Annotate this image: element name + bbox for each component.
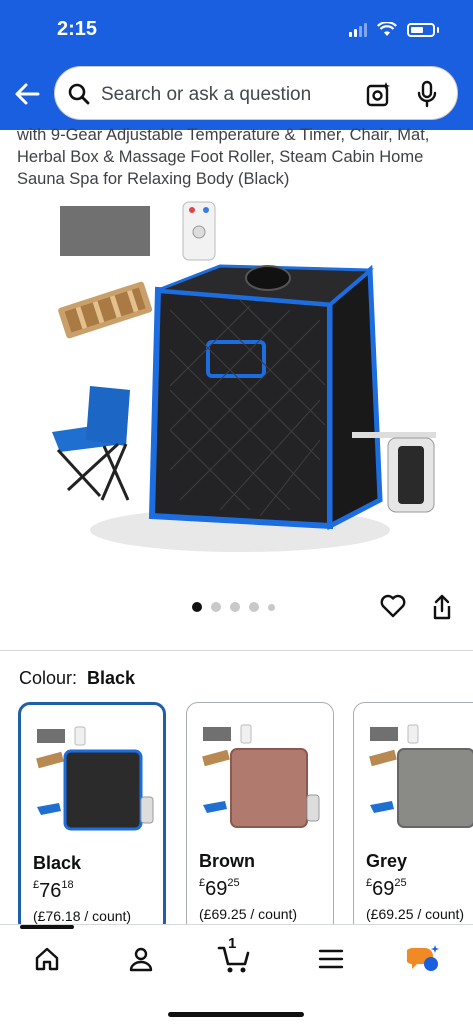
camera-lens-icon[interactable] xyxy=(365,80,393,108)
image-carousel-dots[interactable] xyxy=(192,602,275,612)
carousel-dot[interactable] xyxy=(249,602,259,612)
swatch-price: £6925 xyxy=(199,877,240,900)
colour-label: Colour: xyxy=(19,668,78,688)
carousel-dot[interactable] xyxy=(211,602,221,612)
colour-row: Colour: Black xyxy=(19,668,135,689)
home-indicator xyxy=(168,1012,304,1017)
swatch-name: Brown xyxy=(199,851,255,871)
nav-cart[interactable]: 1 xyxy=(214,935,254,977)
colour-option-black[interactable]: Black £7618 (£76.18 / count) xyxy=(18,702,166,934)
colour-selected-value: Black xyxy=(87,668,136,688)
nav-home[interactable] xyxy=(27,941,67,977)
menu-icon xyxy=(318,949,344,969)
colour-option-grey[interactable]: Grey £6925 (£69.25 / count) xyxy=(353,702,473,934)
swatch-unit-price: (£69.25 / count) xyxy=(366,906,465,922)
back-arrow-icon[interactable] xyxy=(12,78,44,110)
microphone-icon[interactable] xyxy=(415,80,439,108)
carousel-dot[interactable] xyxy=(230,602,240,612)
swatch-unit-price: (£69.25 / count) xyxy=(199,906,298,922)
signal-icon xyxy=(349,22,367,37)
search-icon xyxy=(68,83,90,105)
status-icons xyxy=(349,22,439,37)
swatch-price: £7618 xyxy=(33,879,74,902)
status-time: 2:15 xyxy=(57,18,98,40)
swatch-thumbnail xyxy=(36,726,154,831)
nav-rufus[interactable] xyxy=(404,941,444,977)
header: Search or ask a question xyxy=(0,64,473,130)
nav-active-indicator xyxy=(20,925,74,929)
swatch-unit-price: (£76.18 / count) xyxy=(33,908,132,924)
swatch-name: Grey xyxy=(366,851,408,871)
nav-menu[interactable] xyxy=(311,941,351,977)
colour-option-brown[interactable]: Brown £6925 (£69.25 / count) xyxy=(186,702,334,934)
swatch-thumbnail xyxy=(202,724,320,828)
section-divider xyxy=(0,650,473,651)
carousel-dot[interactable] xyxy=(268,603,275,611)
status-bar: 2:15 xyxy=(0,0,473,64)
search-bar[interactable]: Search or ask a question xyxy=(54,66,458,120)
swatch-thumbnail xyxy=(369,724,473,828)
rufus-icon xyxy=(407,945,439,971)
swatch-name: Black xyxy=(33,853,82,873)
bottom-nav: 1 xyxy=(0,924,473,1024)
heart-icon[interactable] xyxy=(380,594,406,618)
share-icon[interactable] xyxy=(430,593,454,621)
battery-icon xyxy=(407,22,435,37)
home-icon xyxy=(35,947,59,971)
account-icon xyxy=(129,947,153,972)
swatch-price: £6925 xyxy=(366,877,407,900)
carousel-dot[interactable] xyxy=(192,602,202,612)
nav-account[interactable] xyxy=(121,941,161,977)
product-title: with 9-Gear Adjustable Temperature & Tim… xyxy=(17,126,430,188)
wifi-icon xyxy=(377,22,397,36)
product-image[interactable] xyxy=(40,200,440,560)
search-input[interactable]: Search or ask a question xyxy=(101,84,311,106)
cart-count: 1 xyxy=(228,935,237,952)
